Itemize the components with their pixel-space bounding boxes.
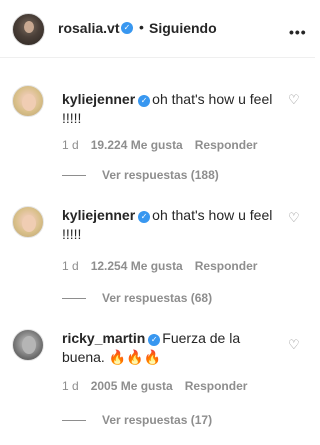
divider-line xyxy=(62,420,86,422)
avatar[interactable] xyxy=(12,206,44,238)
comment-username[interactable]: kyliejenner xyxy=(62,207,135,223)
comment-username[interactable]: kyliejenner xyxy=(62,91,135,107)
comment-likes[interactable]: 12.254 Me gusta xyxy=(91,259,183,273)
view-replies-label: Ver respuestas (17) xyxy=(102,413,213,427)
comment-time[interactable]: 1 d xyxy=(62,138,79,152)
avatar[interactable] xyxy=(12,13,45,46)
view-replies-label: Ver respuestas (68) xyxy=(102,291,213,305)
comment-text: ricky_martin ✓ Fuerza de la buena. 🔥🔥🔥 xyxy=(62,329,277,367)
verified-badge-icon: ✓ xyxy=(138,211,151,223)
comment-time[interactable]: 1 d xyxy=(62,379,79,393)
comment-time[interactable]: 1 d xyxy=(62,259,79,273)
comment-likes[interactable]: 2005 Me gusta xyxy=(91,379,173,393)
separator-dot: • xyxy=(139,19,144,35)
divider-line xyxy=(62,298,86,300)
view-replies-button[interactable]: Ver respuestas (188) xyxy=(62,168,219,182)
avatar[interactable] xyxy=(12,329,44,361)
comment-meta: 1 d 2005 Me gusta Responder xyxy=(62,379,259,393)
follow-button[interactable]: Siguiendo xyxy=(149,20,217,36)
verified-badge-icon: ✓ xyxy=(121,22,133,34)
comment-username[interactable]: ricky_martin xyxy=(62,330,145,346)
verified-badge-icon: ✓ xyxy=(148,334,161,346)
view-replies-button[interactable]: Ver respuestas (17) xyxy=(62,413,212,427)
comment-meta: 1 d 12.254 Me gusta Responder xyxy=(62,259,269,273)
header-username[interactable]: rosalia.vt xyxy=(58,20,119,36)
reply-button[interactable]: Responder xyxy=(195,138,258,152)
avatar[interactable] xyxy=(12,85,44,117)
reply-button[interactable]: Responder xyxy=(185,379,248,393)
comment-likes[interactable]: 19.224 Me gusta xyxy=(91,138,183,152)
comment-meta: 1 d 19.224 Me gusta Responder xyxy=(62,138,269,152)
comment-text: kyliejenner ✓ oh that's how u feel !!!!! xyxy=(62,90,277,128)
post-header: rosalia.vt ✓ • Siguiendo ••• xyxy=(0,0,315,58)
view-replies-label: Ver respuestas (188) xyxy=(102,168,219,182)
verified-badge-icon: ✓ xyxy=(138,95,151,107)
comment-text: kyliejenner ✓ oh that's how u feel !!!!! xyxy=(62,206,277,244)
divider-line xyxy=(62,175,86,177)
heart-outline-icon[interactable]: ♡ xyxy=(288,92,300,108)
more-options-icon[interactable]: ••• xyxy=(289,24,307,40)
heart-outline-icon[interactable]: ♡ xyxy=(288,337,300,353)
heart-outline-icon[interactable]: ♡ xyxy=(288,210,300,226)
reply-button[interactable]: Responder xyxy=(195,259,258,273)
view-replies-button[interactable]: Ver respuestas (68) xyxy=(62,291,212,305)
